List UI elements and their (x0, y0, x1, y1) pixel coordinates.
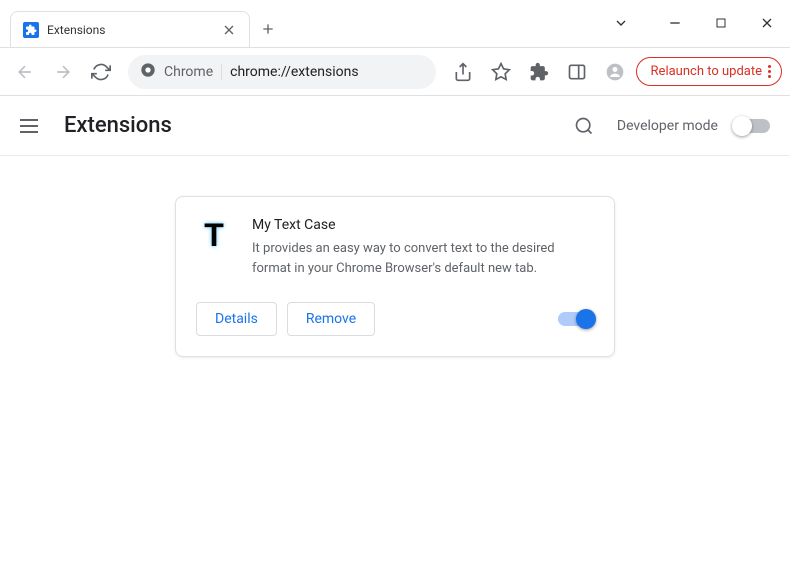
window-titlebar: Extensions (0, 0, 790, 48)
remove-button[interactable]: Remove (287, 302, 375, 336)
browser-toolbar: Chrome chrome://extensions Relaunch to u… (0, 48, 790, 96)
tab-title: Extensions (47, 23, 213, 37)
reload-button[interactable] (84, 55, 118, 89)
extension-description: It provides an easy way to convert text … (252, 239, 594, 278)
relaunch-label: Relaunch to update (651, 64, 762, 79)
chrome-logo-icon (140, 62, 156, 82)
close-tab-button[interactable] (221, 22, 237, 38)
minimize-button[interactable] (652, 3, 698, 43)
forward-button[interactable] (46, 55, 80, 89)
share-button[interactable] (446, 55, 480, 89)
details-button[interactable]: Details (196, 302, 277, 336)
side-panel-button[interactable] (560, 55, 594, 89)
back-button[interactable] (8, 55, 42, 89)
tab-search-button[interactable] (598, 3, 644, 43)
search-button[interactable] (567, 109, 601, 143)
toggle-knob (576, 309, 596, 329)
extension-card: T My Text Case It provides an easy way t… (175, 196, 615, 357)
extensions-page-header: Extensions Developer mode (0, 96, 790, 156)
toggle-knob (732, 116, 752, 136)
extension-name: My Text Case (252, 217, 594, 233)
extension-enable-toggle[interactable] (558, 312, 594, 326)
close-window-button[interactable] (744, 3, 790, 43)
more-icon (768, 65, 771, 78)
relaunch-button[interactable]: Relaunch to update (636, 57, 782, 86)
window-controls (598, 0, 790, 47)
new-tab-button[interactable] (254, 15, 282, 43)
address-bar[interactable]: Chrome chrome://extensions (128, 55, 436, 89)
browser-tab[interactable]: Extensions (10, 11, 250, 47)
extensions-button[interactable] (522, 55, 556, 89)
extension-icon: T (196, 217, 232, 253)
omnibox-prefix: Chrome (164, 64, 213, 80)
developer-mode-label: Developer mode (617, 118, 718, 134)
profile-button[interactable] (598, 55, 632, 89)
page-title: Extensions (64, 113, 172, 138)
extensions-list: T My Text Case It provides an easy way t… (0, 156, 790, 397)
developer-mode-toggle[interactable] (734, 119, 770, 133)
menu-button[interactable] (20, 114, 44, 138)
bookmark-button[interactable] (484, 55, 518, 89)
extension-puzzle-icon (23, 22, 39, 38)
omnibox-url: chrome://extensions (230, 64, 358, 80)
extension-icon-letter: T (204, 219, 224, 251)
omnibox-separator (221, 64, 222, 80)
maximize-button[interactable] (698, 3, 744, 43)
